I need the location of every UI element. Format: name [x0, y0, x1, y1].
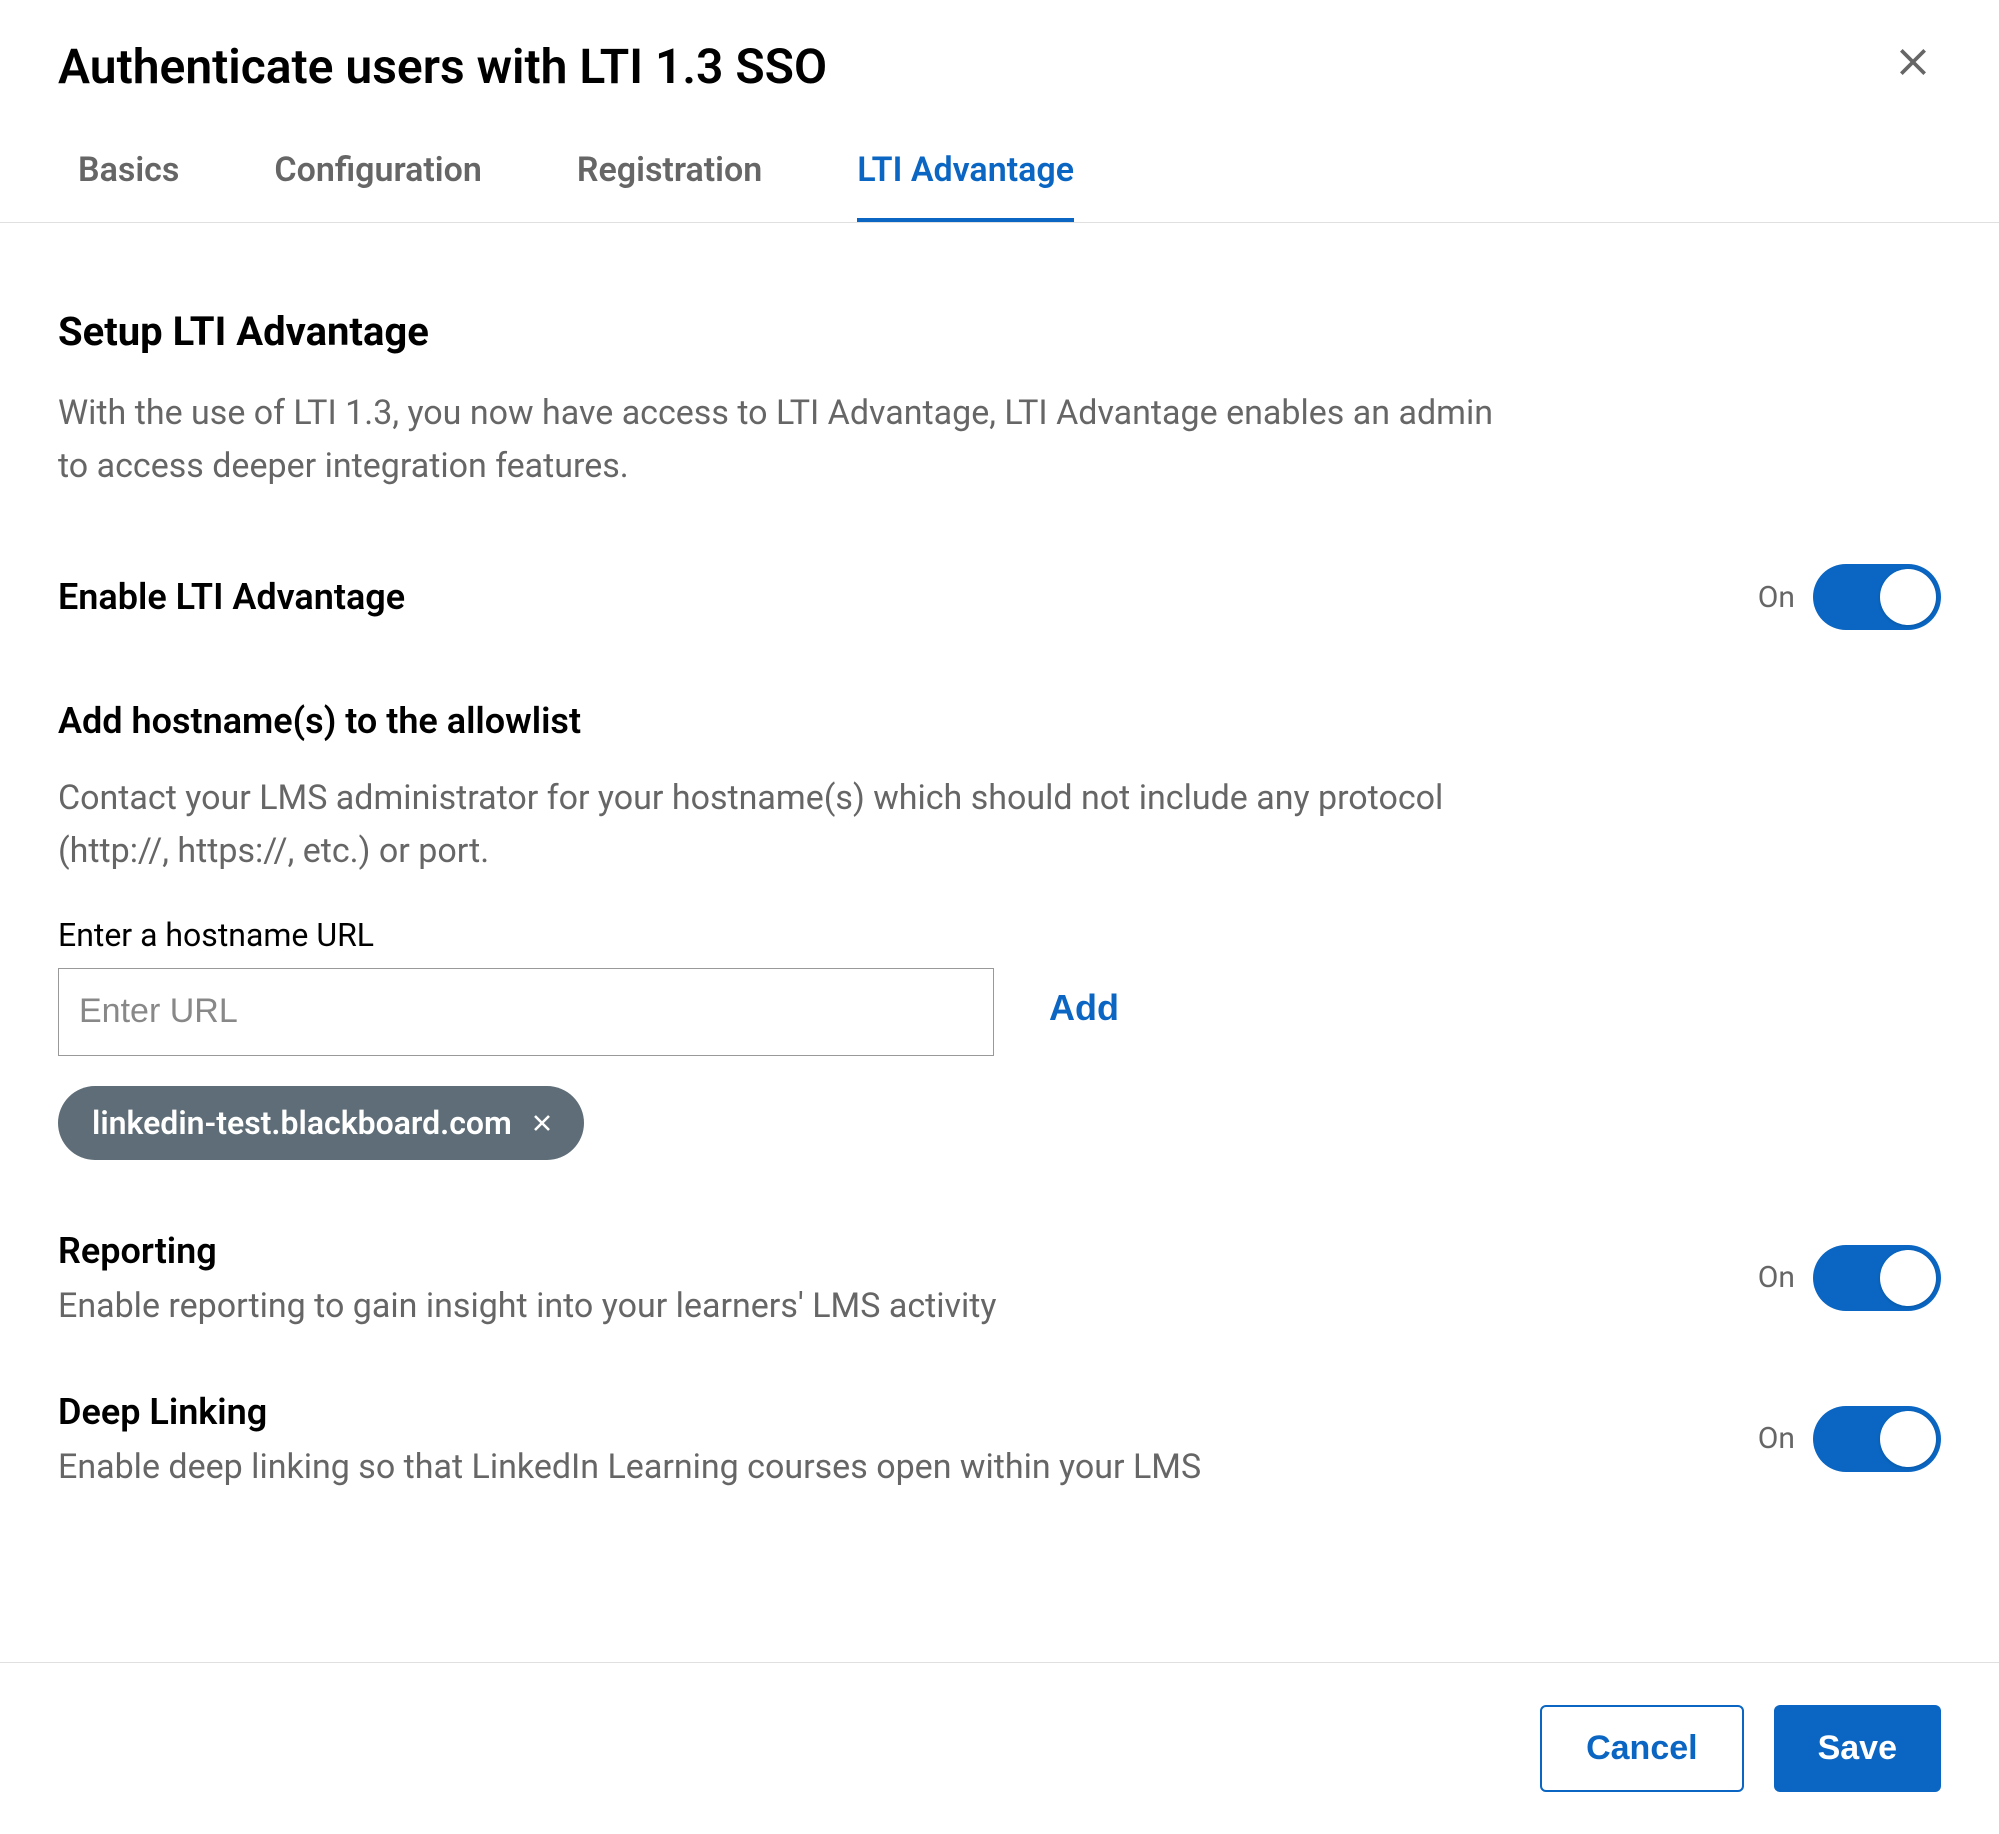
add-hostname-button[interactable]: Add: [1049, 987, 1119, 1029]
enable-toggle-state: On: [1758, 580, 1795, 615]
reporting-label-group: Reporting Enable reporting to gain insig…: [58, 1230, 1758, 1326]
hostname-chip[interactable]: linkedin-test.blackboard.com: [58, 1086, 584, 1160]
toggle-thumb: [1880, 569, 1936, 625]
tab-registration[interactable]: Registration: [577, 150, 762, 222]
section-setup-description: With the use of LTI 1.3, you now have ac…: [58, 387, 1528, 492]
reporting-toggle-group: On: [1758, 1245, 1941, 1311]
reporting-title: Reporting: [58, 1230, 1758, 1272]
close-button[interactable]: [1885, 34, 1941, 90]
sso-config-dialog: Authenticate users with LTI 1.3 SSO Basi…: [0, 0, 1999, 1834]
deep-linking-description: Enable deep linking so that LinkedIn Lea…: [58, 1447, 1758, 1487]
hostname-description: Contact your LMS administrator for your …: [58, 772, 1528, 877]
tab-configuration[interactable]: Configuration: [274, 150, 482, 222]
close-icon: [530, 1111, 554, 1135]
save-button[interactable]: Save: [1774, 1705, 1941, 1792]
tab-bar: Basics Configuration Registration LTI Ad…: [0, 95, 1999, 223]
deep-linking-title: Deep Linking: [58, 1391, 1758, 1433]
toggle-thumb: [1880, 1250, 1936, 1306]
section-setup-title: Setup LTI Advantage: [58, 308, 1941, 355]
hostname-section: Add hostname(s) to the allowlist Contact…: [58, 700, 1941, 1159]
tab-lti-advantage[interactable]: LTI Advantage: [857, 150, 1074, 222]
reporting-description: Enable reporting to gain insight into yo…: [58, 1286, 1758, 1326]
dialog-title: Authenticate users with LTI 1.3 SSO: [58, 38, 827, 95]
deep-linking-label-group: Deep Linking Enable deep linking so that…: [58, 1391, 1758, 1487]
reporting-toggle[interactable]: [1813, 1245, 1941, 1311]
hostname-chip-row: linkedin-test.blackboard.com: [58, 1086, 1941, 1160]
enable-lti-advantage-row: Enable LTI Advantage On: [58, 564, 1941, 630]
deep-linking-row: Deep Linking Enable deep linking so that…: [58, 1391, 1941, 1487]
hostname-input[interactable]: [58, 968, 994, 1056]
dialog-content: Setup LTI Advantage With the use of LTI …: [0, 223, 1999, 1662]
enable-lti-title: Enable LTI Advantage: [58, 576, 1758, 618]
cancel-button[interactable]: Cancel: [1540, 1705, 1744, 1792]
reporting-toggle-state: On: [1758, 1260, 1795, 1295]
enable-lti-toggle[interactable]: [1813, 564, 1941, 630]
deep-linking-toggle[interactable]: [1813, 1406, 1941, 1472]
hostname-input-label: Enter a hostname URL: [58, 916, 1941, 954]
reporting-row: Reporting Enable reporting to gain insig…: [58, 1230, 1941, 1326]
dialog-header: Authenticate users with LTI 1.3 SSO: [0, 0, 1999, 95]
chip-remove-button[interactable]: [530, 1111, 554, 1135]
hostname-chip-label: linkedin-test.blackboard.com: [92, 1104, 512, 1142]
hostname-title: Add hostname(s) to the allowlist: [58, 700, 1941, 742]
dialog-footer: Cancel Save: [0, 1662, 1999, 1834]
enable-toggle-group: On: [1758, 564, 1941, 630]
toggle-thumb: [1880, 1411, 1936, 1467]
hostname-input-row: Add: [58, 968, 1941, 1056]
tab-basics[interactable]: Basics: [78, 150, 179, 222]
deep-linking-toggle-group: On: [1758, 1406, 1941, 1472]
close-icon: [1893, 42, 1933, 82]
deep-linking-toggle-state: On: [1758, 1421, 1795, 1456]
enable-label-group: Enable LTI Advantage: [58, 576, 1758, 618]
